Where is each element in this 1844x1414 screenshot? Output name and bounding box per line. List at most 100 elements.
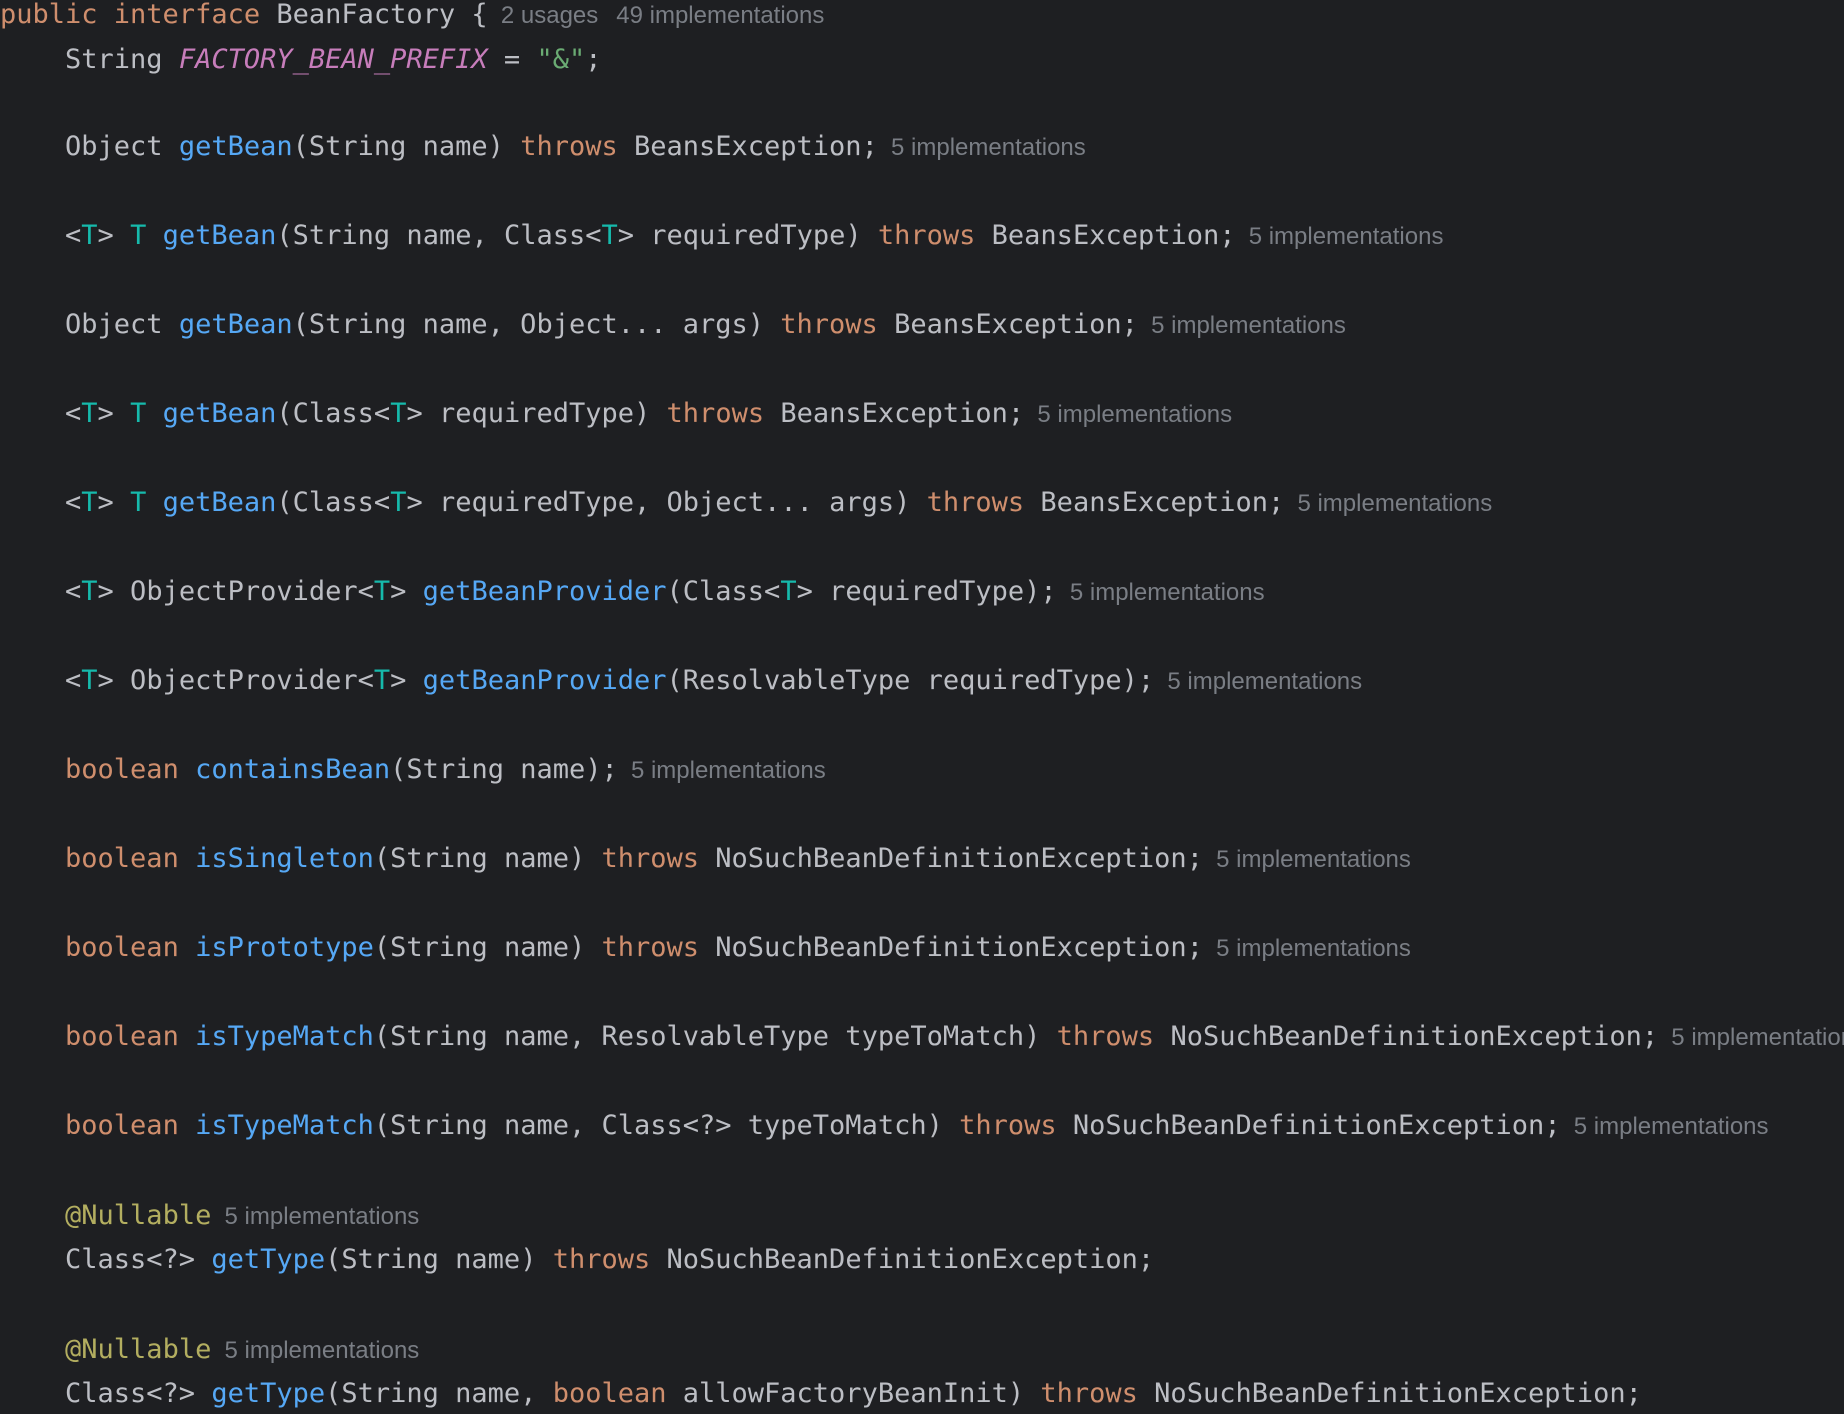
implementations-inlay-hint[interactable]: 5 implementations [631, 757, 826, 784]
code-text-token: > requiredType); [796, 576, 1057, 607]
keyword-token: throws [601, 932, 700, 963]
code-text-token: NoSuchBeanDefinitionException; [1154, 1021, 1659, 1052]
keyword-token: boolean [65, 932, 179, 963]
keyword-token: throws [666, 398, 765, 429]
implementations-inlay-hint[interactable]: 5 implementations [1216, 846, 1411, 873]
keyword-token: boolean [65, 754, 179, 785]
method-getbeanprovider-class-line[interactable]: <T> ObjectProvider<T> getBeanProvider(Cl… [0, 572, 1265, 612]
method-getbeanprovider-resolvable-line[interactable]: <T> ObjectProvider<T> getBeanProvider(Re… [0, 661, 1362, 701]
code-text-token: > [97, 220, 131, 251]
keyword-token: throws [1056, 1021, 1155, 1052]
method-name-token: isSingleton [195, 843, 374, 874]
implementations-inlay-hint[interactable]: 5 implementations [225, 1203, 420, 1230]
method-gettype-name-init-line[interactable]: Class<?> getType(String name, boolean al… [0, 1374, 1642, 1414]
code-text-token: > requiredType) [617, 220, 878, 251]
code-text-token: > [390, 665, 423, 696]
method-name-token: getBeanProvider [422, 576, 667, 607]
method-name-token: getType [211, 1244, 326, 1275]
code-text-token: = [487, 44, 537, 75]
code-text-token: > [97, 398, 131, 429]
type-param-token: T [390, 487, 407, 518]
implementations-inlay-hint[interactable]: 5 implementations [1151, 312, 1346, 339]
method-getbean-type-line[interactable]: <T> T getBean(Class<T> requiredType) thr… [0, 394, 1232, 434]
method-isprototype-line[interactable]: boolean isPrototype(String name) throws … [0, 928, 1411, 968]
implementations-inlay-hint[interactable]: 5 implementations [1037, 401, 1232, 428]
keyword-token: public interface [0, 0, 261, 30]
code-text-token: String [0, 44, 179, 75]
code-text-token: NoSuchBeanDefinitionException; [1056, 1110, 1561, 1141]
implementations-inlay-hint[interactable]: 5 implementations [1574, 1113, 1769, 1140]
code-text-token: (Class< [276, 487, 391, 518]
type-param-token: T [601, 220, 618, 251]
code-text-token: allowFactoryBeanInit) [666, 1378, 1041, 1409]
method-istypematch-resolvable-line[interactable]: boolean isTypeMatch(String name, Resolva… [0, 1017, 1844, 1057]
implementations-inlay-hint[interactable]: 5 implementations [1216, 935, 1411, 962]
code-text-token: < [0, 487, 82, 518]
implementations-inlay-hint[interactable]: 5 implementations [1167, 668, 1362, 695]
code-text-token: ; [585, 44, 602, 75]
implementations-inlay-hint[interactable]: 5 implementations [891, 134, 1086, 161]
type-param-token: T [81, 665, 98, 696]
code-text-token: < [0, 220, 82, 251]
code-text-token: Object [0, 131, 179, 162]
keyword-token: throws [520, 131, 618, 162]
code-text-token: NoSuchBeanDefinitionException; [650, 1244, 1155, 1275]
annotation-token: @Nullable [65, 1200, 212, 1231]
code-text-token: BeanFactory { [260, 0, 488, 30]
implementations-inlay-hint[interactable]: 5 implementations [1297, 490, 1492, 517]
method-name-token: isPrototype [195, 932, 374, 963]
method-gettype-name-line[interactable]: Class<?> getType(String name) throws NoS… [0, 1240, 1154, 1280]
method-issingleton-line[interactable]: boolean isSingleton(String name) throws … [0, 839, 1411, 879]
code-text-token: (String name) [373, 932, 602, 963]
annotation-nullable-line[interactable]: @Nullable 5 implementations [0, 1196, 419, 1236]
implementations-inlay-hint[interactable]: 49 implementations [616, 2, 824, 29]
keyword-token: throws [877, 220, 976, 251]
code-text-token: (String name, Class<?> typeToMatch) [373, 1110, 960, 1141]
interface-declaration-line[interactable]: public interface BeanFactory { 2 usages 49… [0, 0, 824, 35]
method-name-token: containsBean [195, 754, 391, 785]
type-param-token: T [81, 220, 98, 251]
code-text-token: > [97, 487, 131, 518]
code-editor[interactable]: public interface BeanFactory { 2 usages 49… [0, 0, 1844, 1410]
method-getbean-type-args-line[interactable]: <T> T getBean(Class<T> requiredType, Obj… [0, 483, 1492, 523]
code-text-token: < [0, 576, 82, 607]
annotation-nullable-line[interactable]: @Nullable 5 implementations [0, 1330, 419, 1370]
method-name-token: getBean [162, 487, 277, 518]
usages-inlay-hint[interactable]: 2 usages [501, 2, 598, 29]
type-param-token: T [373, 576, 391, 607]
code-text-token: BeansException; [764, 398, 1025, 429]
code-text-token: BeansException; [877, 309, 1138, 340]
method-name-token: getBean [178, 131, 293, 162]
keyword-token: throws [959, 1110, 1057, 1141]
code-text-token: Object [0, 309, 179, 340]
method-getbean-name-args-line[interactable]: Object getBean(String name, Object... ar… [0, 305, 1346, 345]
code-text-token: (ResolvableType requiredType); [666, 665, 1155, 696]
type-param-token: T [130, 487, 147, 518]
constant-factory-bean-prefix-line[interactable]: String FACTORY_BEAN_PREFIX = "&"; [0, 40, 602, 80]
method-getbean-name-type-line[interactable]: <T> T getBean(String name, Class<T> requ… [0, 216, 1443, 256]
implementations-inlay-hint[interactable]: 5 implementations [1249, 223, 1444, 250]
code-text-token: BeansException; [975, 220, 1236, 251]
implementations-inlay-hint[interactable]: 5 implementations [1070, 579, 1265, 606]
method-name-token: getBeanProvider [422, 665, 667, 696]
keyword-token: boolean [552, 1378, 667, 1409]
type-param-token: T [130, 220, 147, 251]
code-text-token: > [390, 576, 423, 607]
constant-token: FACTORY_BEAN_PREFIX [178, 44, 488, 75]
method-name-token: getBean [178, 309, 293, 340]
method-name-token: isTypeMatch [195, 1021, 374, 1052]
implementations-inlay-hint[interactable]: 5 implementations [1671, 1024, 1844, 1051]
code-text-token: (String name, [325, 1378, 553, 1409]
annotation-token: @Nullable [65, 1334, 212, 1365]
implementations-inlay-hint[interactable]: 5 implementations [225, 1337, 420, 1364]
method-containsbean-line[interactable]: boolean containsBean(String name); 5 impl… [0, 750, 826, 790]
code-text-token: (String name); [390, 754, 618, 785]
method-getbean-name-line[interactable]: Object getBean(String name) throws Beans… [0, 127, 1086, 167]
type-param-token: T [373, 665, 391, 696]
method-istypematch-class-line[interactable]: boolean isTypeMatch(String name, Class<?… [0, 1106, 1769, 1146]
